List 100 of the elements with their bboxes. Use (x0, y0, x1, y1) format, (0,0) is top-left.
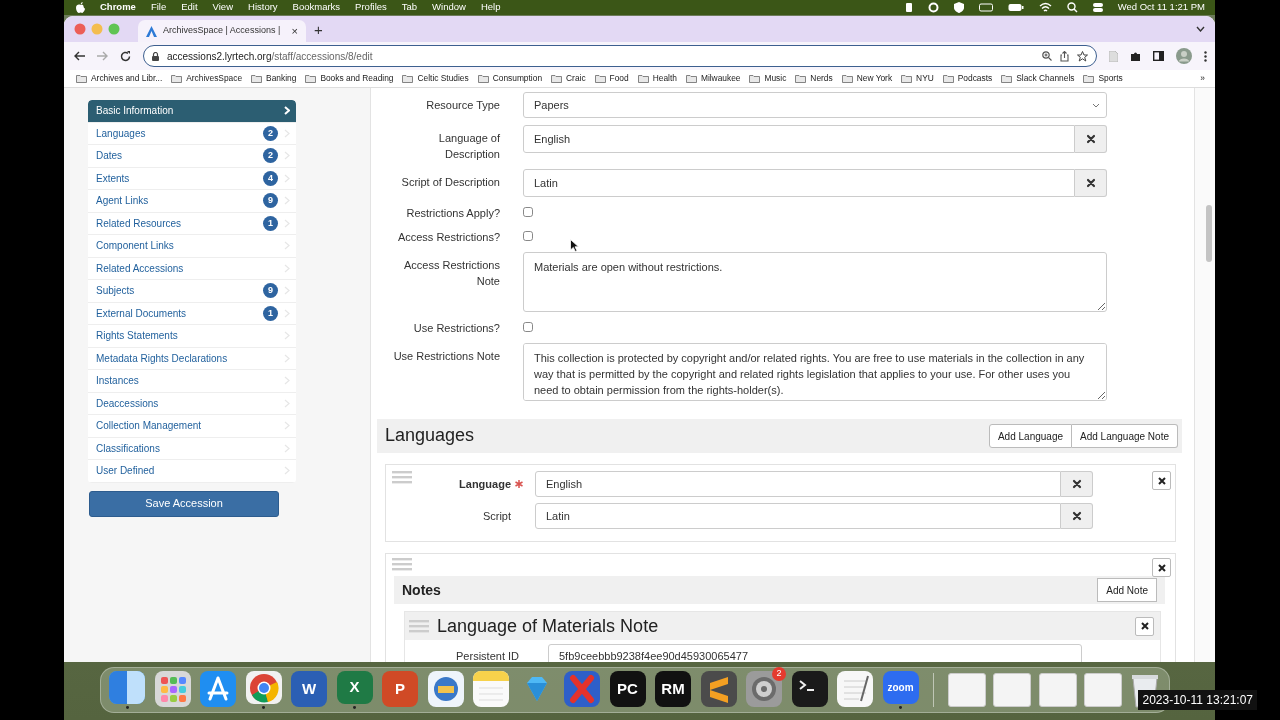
sidebar-item[interactable]: Extents 4 (88, 167, 296, 190)
bookmark[interactable]: NYU (901, 72, 934, 85)
sidebar-item[interactable]: Related Accessions (88, 257, 296, 280)
apple-icon[interactable] (76, 2, 85, 13)
sidebar-item[interactable]: User Defined (88, 460, 296, 483)
save-button[interactable]: Save Accession (89, 490, 279, 517)
sidebar-icon[interactable] (1153, 51, 1164, 61)
keyboard-icon[interactable] (978, 2, 993, 13)
menu-item[interactable]: View (212, 0, 233, 15)
scrollbar-thumb[interactable] (1206, 205, 1212, 262)
menu-item[interactable]: History (248, 0, 278, 15)
zoom-icon[interactable] (1042, 51, 1052, 61)
add-button[interactable]: Add Language Note (1072, 424, 1178, 448)
sidebar-item[interactable]: Component Links (88, 235, 296, 258)
select-field[interactable]: Papers (523, 92, 1107, 118)
back-arrow-icon[interactable] (74, 51, 85, 61)
battery-icon[interactable] (1007, 2, 1024, 13)
address-bar[interactable]: accessions2.lyrtech.org/staff/accessions/8/edit (143, 45, 1097, 67)
app-icon[interactable]: X (336, 671, 373, 705)
bookmark[interactable]: Sports (1083, 72, 1123, 85)
bookmark[interactable]: Celtic Studies (402, 72, 469, 85)
search-icon[interactable] (1066, 2, 1078, 13)
bookmark[interactable]: Food (594, 72, 629, 85)
close-button[interactable] (1135, 616, 1154, 636)
sidebar-item[interactable]: Agent Links 9 (88, 190, 296, 213)
star-icon[interactable] (1077, 50, 1088, 62)
document-thumbnail[interactable] (1084, 673, 1122, 707)
wifi-icon[interactable] (1038, 2, 1052, 13)
bookmark[interactable]: Nerds (795, 72, 833, 85)
menu-item[interactable]: Help (480, 0, 501, 15)
menu-item[interactable]: Tab (401, 0, 418, 15)
bookmark[interactable]: Books and Reading (305, 72, 394, 85)
bookmark[interactable]: Banking (251, 72, 297, 85)
browser-tab[interactable]: ArchivesSpace | Accessions | × (138, 20, 306, 42)
text-field[interactable]: Latin (535, 503, 1061, 529)
bookmark[interactable]: Podcasts (942, 72, 993, 85)
app-menu[interactable]: Chrome (100, 0, 136, 15)
menu-item[interactable]: File (150, 0, 167, 15)
drag-handle-icon[interactable] (409, 619, 429, 633)
sidebar-item[interactable]: Dates 2 (88, 145, 296, 168)
tab-close-button[interactable]: × (291, 25, 298, 37)
profile-avatar[interactable] (1176, 48, 1192, 64)
shield-icon[interactable] (953, 2, 964, 13)
sidebar-item[interactable]: Collection Management (88, 415, 296, 438)
clear-button[interactable] (1061, 503, 1093, 529)
bookmark[interactable]: Slack Channels (1001, 72, 1075, 85)
text-area[interactable]: Materials are open without restrictions. (523, 252, 1107, 312)
bookmark[interactable]: ArchivesSpace (171, 72, 243, 85)
reload-icon[interactable] (120, 50, 131, 62)
document-thumbnail[interactable] (1038, 673, 1077, 707)
drag-handle-icon[interactable] (392, 558, 412, 571)
sidebar-item[interactable]: Metadata Rights Declarations (88, 347, 296, 370)
new-tab-button[interactable]: + (314, 21, 323, 37)
sidebar-item[interactable]: Instances (88, 370, 296, 393)
app-icon[interactable]: RM (655, 671, 691, 707)
text-area[interactable]: This collection is protected by copyright and/or related rights. You are free to use materials in the collection in any way that is permitted by the copyright and related rights legislation that applies to your use. For other uses you need to obtain permission from the rights-holder(s). (523, 343, 1107, 401)
sidebar-item[interactable]: External Documents 1 (88, 302, 296, 325)
document-thumbnail[interactable] (947, 673, 986, 707)
app-icon[interactable] (791, 671, 828, 707)
text-field[interactable]: English (523, 125, 1075, 153)
add-button[interactable]: Add Note (1097, 578, 1157, 602)
app-icon[interactable]: PC (609, 671, 646, 707)
text-field[interactable]: Latin (523, 169, 1075, 197)
text-field[interactable]: English (535, 471, 1061, 497)
chevron-down-icon[interactable] (1196, 26, 1205, 32)
share-icon[interactable] (1060, 50, 1069, 62)
drag-handle-icon[interactable] (392, 471, 412, 484)
bookmark[interactable]: Consumption (477, 72, 543, 85)
sidebar-item[interactable]: Deaccessions (88, 392, 296, 415)
document-thumbnail[interactable] (993, 673, 1031, 707)
app-icon[interactable]: P (382, 671, 418, 707)
menu-item[interactable]: Window (432, 0, 466, 15)
sidebar-item[interactable]: Languages 2 (88, 122, 296, 145)
sync-icon[interactable] (927, 2, 939, 13)
bookmark[interactable]: Music (749, 72, 787, 85)
bookmark[interactable]: Health (637, 72, 677, 85)
checkbox[interactable] (523, 207, 533, 217)
menu-item[interactable]: Profiles (355, 0, 387, 15)
sidebar-item[interactable]: Related Resources 1 (88, 212, 296, 235)
menu-item[interactable]: Bookmarks (292, 0, 341, 15)
checkbox[interactable] (523, 322, 533, 332)
clear-button[interactable] (1075, 125, 1107, 153)
add-button[interactable]: Add Language (988, 424, 1073, 448)
clear-button[interactable] (1075, 169, 1107, 197)
clear-button[interactable] (1061, 471, 1093, 497)
phone-icon[interactable] (904, 2, 913, 13)
sidebar-item[interactable]: Rights Statements (88, 325, 296, 348)
close-button[interactable] (1152, 471, 1171, 490)
sidebar-item[interactable]: Classifications (88, 437, 296, 460)
close-button[interactable] (1152, 558, 1171, 577)
more-bookmarks-button[interactable]: » (1200, 72, 1205, 85)
menu-item[interactable]: Edit (181, 0, 198, 15)
menu-icon[interactable] (1204, 50, 1207, 62)
bookmark[interactable]: Milwaukee (685, 72, 741, 85)
bookmark[interactable]: Craic (551, 72, 586, 85)
app-icon[interactable]: W (291, 671, 327, 707)
bookmark[interactable]: Archives and Libr... (76, 72, 163, 85)
text-field[interactable]: 5fb9ceebbb9238f4ee90d45930065477 (548, 644, 1082, 662)
checkbox[interactable] (523, 231, 533, 241)
sidebar-item[interactable]: Basic Information (88, 100, 296, 123)
